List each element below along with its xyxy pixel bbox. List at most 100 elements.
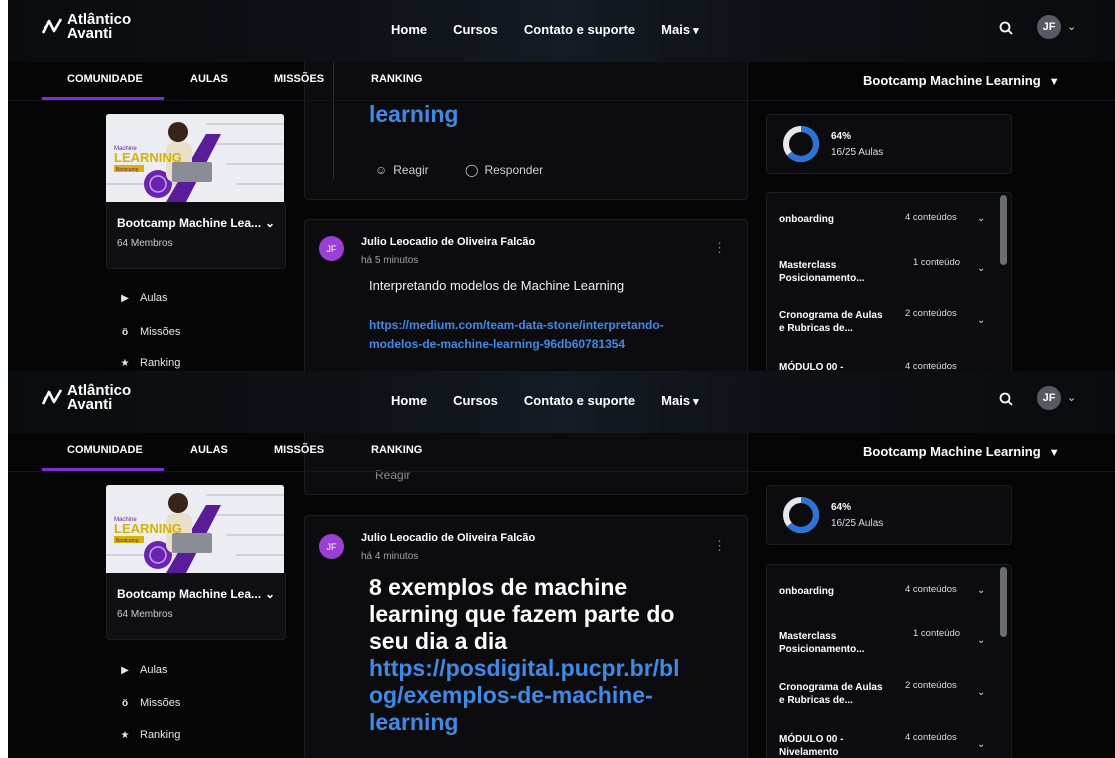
tab-comunidade[interactable]: COMUNIDADE xyxy=(67,444,143,456)
logo[interactable]: Atlântico Avanti xyxy=(42,383,131,412)
module-title-line: Cronograma de Aulas xyxy=(779,310,883,321)
user-avatar[interactable]: JF xyxy=(1037,15,1061,39)
bootcamp-select[interactable]: Bootcamp Machine Learning ▼ xyxy=(863,444,1060,459)
module-title[interactable]: Masterclass Posicionamento... xyxy=(779,259,865,285)
chevron-down-icon[interactable]: ⌄ xyxy=(977,635,985,646)
tab-bar: COMUNIDADE AULAS MISSÕES RANKING Bootcam… xyxy=(8,62,1115,101)
search-icon[interactable] xyxy=(999,21,1013,35)
tab-bar: COMUNIDADE AULAS MISSÕES RANKING Bootcam… xyxy=(8,433,1115,472)
nav-mais[interactable]: Mais xyxy=(661,393,698,408)
more-options-icon[interactable]: ⋮ xyxy=(713,538,726,554)
group-info: Bootcamp Machine Lea... ⌄ 64 Membros xyxy=(106,573,286,640)
post-link-line: https://posdigital.pucpr.br/bl xyxy=(369,655,680,681)
author-avatar[interactable]: JF xyxy=(319,534,344,559)
active-tab-indicator xyxy=(42,97,164,100)
post-headline-line: learning que fazem parte do xyxy=(369,601,675,627)
tab-ranking[interactable]: RANKING xyxy=(371,73,422,85)
module-count: 1 conteúdo xyxy=(913,628,961,639)
module-title-line: e Rubricas de... xyxy=(779,323,853,334)
bootcamp-thumbnail[interactable]: Machine LEARNING Bootcamp xyxy=(106,114,284,202)
group-name-toggle[interactable]: Bootcamp Machine Lea... ⌄ xyxy=(117,587,275,601)
bootcamp-thumbnail[interactable]: Machine LEARNING Bootcamp xyxy=(106,485,284,573)
group-info: Bootcamp Machine Lea... ⌄ 64 Membros xyxy=(106,202,286,269)
post-headline: 8 exemplos de machine learning que fazem… xyxy=(369,574,674,655)
post-headline-line: 8 exemplos de machine xyxy=(369,574,628,600)
post-link[interactable]: https://medium.com/team-data-stone/inter… xyxy=(369,316,664,354)
chevron-down-icon[interactable]: ⌄ xyxy=(977,687,985,698)
group-name: Bootcamp Machine Lea... xyxy=(117,587,262,601)
tab-ranking[interactable]: RANKING xyxy=(371,444,422,456)
play-icon: ▶ xyxy=(121,664,129,676)
logo[interactable]: Atlântico Avanti xyxy=(42,12,131,42)
module-count: 4 conteúdos xyxy=(905,212,957,223)
module-title[interactable]: onboarding xyxy=(779,213,834,226)
post-time: há 4 minutos xyxy=(361,551,419,562)
post-author[interactable]: Julio Leocadio de Oliveira Falcão xyxy=(361,236,535,248)
module-title[interactable]: Masterclass Posicionamento... xyxy=(779,630,865,656)
nav-cursos[interactable]: Cursos xyxy=(453,22,498,37)
group-name-toggle[interactable]: Bootcamp Machine Lea... ⌄ xyxy=(117,216,275,230)
search-icon[interactable] xyxy=(999,392,1013,406)
bootcamp-select-label: Bootcamp Machine Learning xyxy=(863,444,1041,459)
post-link[interactable]: https://posdigital.pucpr.br/bl og/exempl… xyxy=(369,655,680,736)
module-title[interactable]: onboarding xyxy=(779,585,834,598)
reply-label: Responder xyxy=(484,163,544,177)
progress-ring xyxy=(783,497,819,533)
module-title[interactable]: Cronograma de Aulas e Rubricas de... xyxy=(779,309,883,335)
module-title[interactable]: MÓDULO 00 - xyxy=(779,361,843,371)
module-count: 2 conteúdos xyxy=(905,308,957,319)
top-header: Atlântico Avanti Home Cursos Contato e s… xyxy=(8,371,1115,433)
chevron-down-icon[interactable]: ⌄ xyxy=(977,739,985,750)
nav-home[interactable]: Home xyxy=(391,393,427,408)
screen-capture-bottom: Reagir JF Julio Leocadio de Oliveira Fal… xyxy=(8,371,1115,758)
sidebar-link-aulas[interactable]: ▶ Aulas xyxy=(118,664,167,676)
nav-contato[interactable]: Contato e suporte xyxy=(524,22,635,37)
module-count: 4 conteúdos xyxy=(905,584,957,595)
nav-home[interactable]: Home xyxy=(391,22,427,37)
comment-icon: ◯ xyxy=(465,163,479,177)
sidebar-link-missoes[interactable]: ö Missões xyxy=(118,326,180,338)
post-link-line: modelos-de-machine-learning-96db60781354 xyxy=(369,337,626,351)
post-author[interactable]: Julio Leocadio de Oliveira Falcão xyxy=(361,532,535,544)
modules-scrollbar[interactable] xyxy=(1000,195,1007,265)
user-avatar[interactable]: JF xyxy=(1037,386,1061,410)
chevron-down-icon[interactable]: ⌄ xyxy=(977,213,985,224)
post-headline-line: seu dia a dia xyxy=(369,628,508,654)
author-avatar[interactable]: JF xyxy=(319,236,344,261)
module-title[interactable]: MÓDULO 00 - Nivelamento xyxy=(779,733,843,758)
bootcamp-select[interactable]: Bootcamp Machine Learning ▼ xyxy=(863,73,1060,88)
modules-scrollbar[interactable] xyxy=(1000,567,1007,637)
sidebar-link-ranking[interactable]: ★ Ranking xyxy=(118,729,181,741)
progress-ring xyxy=(783,126,819,162)
tab-aulas[interactable]: AULAS xyxy=(190,73,228,85)
logo-line: Avanti xyxy=(67,25,113,42)
tab-missoes[interactable]: MISSÕES xyxy=(274,444,324,456)
module-title[interactable]: Cronograma de Aulas e Rubricas de... xyxy=(779,681,883,707)
tab-comunidade[interactable]: COMUNIDADE xyxy=(67,73,143,85)
module-count: 4 conteúdos xyxy=(905,361,957,371)
chevron-down-icon: ⌄ xyxy=(265,587,276,601)
tab-aulas[interactable]: AULAS xyxy=(190,444,228,456)
sidebar-link-aulas[interactable]: ▶ Aulas xyxy=(118,292,167,304)
chevron-down-icon[interactable]: ⌄ xyxy=(977,585,985,596)
nav-cursos[interactable]: Cursos xyxy=(453,393,498,408)
post-link-tail[interactable]: learning xyxy=(369,101,458,128)
thumb-title-large: LEARNING xyxy=(114,150,182,165)
chevron-down-icon[interactable]: ⌄ xyxy=(977,315,985,326)
bootcamp-thumbnail-image: Machine LEARNING Bootcamp xyxy=(106,485,284,573)
chevron-down-icon[interactable]: ⌄ xyxy=(977,263,985,274)
more-options-icon[interactable]: ⋮ xyxy=(713,240,726,256)
chevron-down-icon[interactable]: ⌄ xyxy=(1067,391,1076,404)
progress-percent: 64% xyxy=(831,131,852,142)
nav-mais[interactable]: Mais xyxy=(661,22,698,37)
chevron-down-icon[interactable]: ⌄ xyxy=(1067,20,1076,33)
tab-missoes[interactable]: MISSÕES xyxy=(274,73,324,85)
reply-button[interactable]: ◯ Responder xyxy=(465,163,543,177)
react-button[interactable]: ☺ Reagir xyxy=(375,163,429,177)
progress-card: 64% 16/25 Aulas xyxy=(766,485,1012,545)
sidebar-link-ranking[interactable]: ★ Ranking xyxy=(118,357,181,369)
chevron-down-icon: ⌄ xyxy=(265,216,276,230)
sidebar-link-missoes[interactable]: ö Missões xyxy=(118,697,180,709)
post-link-line: https://medium.com/team-data-stone/inter… xyxy=(369,318,664,332)
nav-contato[interactable]: Contato e suporte xyxy=(524,393,635,408)
